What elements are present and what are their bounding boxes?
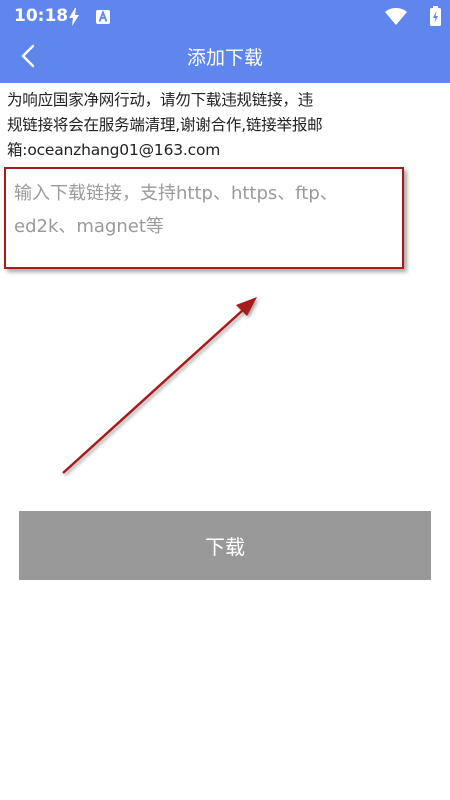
- page-title: 添加下载: [186, 47, 263, 69]
- status-time: 10:18: [14, 6, 69, 26]
- app-bar: 添加下载: [0, 33, 450, 83]
- flash-icon: [68, 8, 80, 30]
- download-button[interactable]: 下载: [19, 511, 431, 580]
- status-bar: 10:18: [0, 0, 450, 33]
- a-notification-icon: [96, 9, 110, 28]
- chevron-left-icon: [21, 44, 35, 72]
- notice-text: 为响应国家净网行动，请勿下载违规链接，违 规链接将会在服务端清理,谢谢合作,链接…: [7, 88, 367, 163]
- back-button[interactable]: [6, 33, 50, 83]
- battery-charging-icon: [430, 6, 441, 30]
- notice-line: 箱:oceanzhang01@163.com: [7, 141, 221, 159]
- wifi-icon: [385, 8, 407, 29]
- notice-line: 为响应国家净网行动，请勿下载违规链接，违: [7, 91, 314, 109]
- download-link-input[interactable]: [4, 167, 404, 269]
- notice-line: 规链接将会在服务端清理,谢谢合作,链接举报邮: [7, 116, 323, 134]
